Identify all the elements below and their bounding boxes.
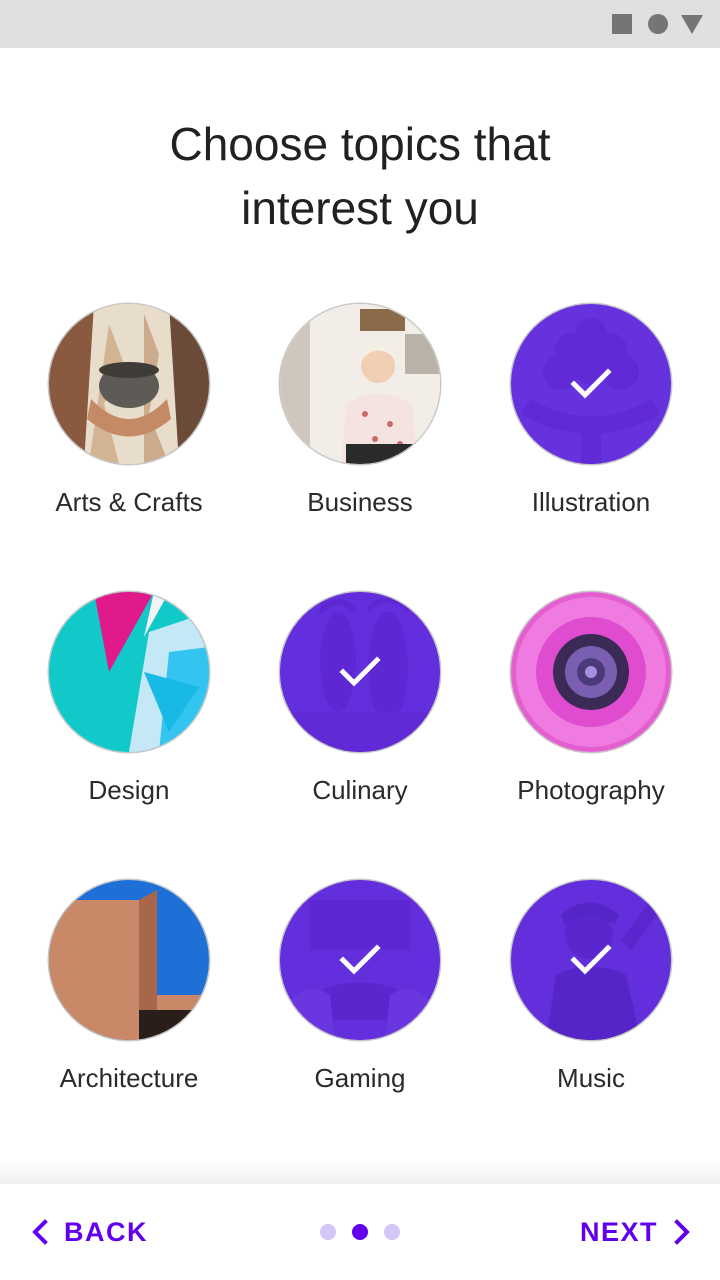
back-button[interactable]: BACK (30, 1214, 148, 1250)
topic-business[interactable]: Business (245, 304, 475, 518)
flower-photo (511, 592, 671, 752)
triangle-icon (681, 15, 703, 34)
page-title-line2: interest you (241, 182, 479, 234)
topic-label: Photography (517, 775, 665, 805)
topic-culinary[interactable]: Culinary (245, 592, 475, 806)
square-icon (612, 14, 632, 34)
topic-label: Gaming (314, 1063, 406, 1093)
check-icon (339, 656, 381, 687)
topic-label: Illustration (531, 487, 651, 517)
bottom-bar-shadow (0, 1160, 720, 1184)
chevron-right-icon (674, 1219, 690, 1245)
topic-design[interactable]: Design (14, 592, 244, 806)
status-bar (0, 0, 720, 48)
topic-label: Architecture (59, 1063, 199, 1093)
page-indicator (320, 1224, 400, 1240)
check-icon (570, 368, 612, 399)
topic-arts-crafts[interactable]: Arts & Crafts (14, 304, 244, 518)
topic-architecture[interactable]: Architecture (14, 880, 244, 1094)
design-shapes (49, 592, 209, 752)
pottery-photo (49, 304, 209, 464)
musician-photo (511, 880, 671, 1040)
page-dot (320, 1224, 336, 1240)
next-button-label: NEXT (579, 1216, 658, 1247)
topic-label: Arts & Crafts (55, 487, 203, 517)
page-title: Choose topics that interest you (0, 112, 720, 240)
business-woman-photo (280, 304, 440, 464)
circle-icon (648, 14, 668, 34)
building-photo (49, 880, 209, 1040)
gamepad-photo (280, 880, 440, 1040)
illustration-art (511, 304, 671, 464)
check-icon (339, 944, 381, 975)
back-button-label: BACK (64, 1216, 148, 1247)
topic-music[interactable]: Music (476, 880, 706, 1094)
next-button[interactable]: NEXT (580, 1214, 692, 1250)
topic-illustration[interactable]: Illustration (476, 304, 706, 518)
topic-label: Music (557, 1063, 625, 1093)
check-icon (570, 944, 612, 975)
topic-label: Culinary (312, 775, 408, 805)
bottom-navigation: BACK NEXT (0, 1184, 720, 1280)
page-title-line1: Choose topics that (169, 118, 551, 170)
chevron-left-icon (32, 1219, 48, 1245)
topic-label: Design (88, 775, 170, 805)
page-dot (384, 1224, 400, 1240)
topic-label: Business (307, 487, 413, 517)
topic-photography[interactable]: Photography (476, 592, 706, 806)
lobster-photo (280, 592, 440, 752)
topic-gaming[interactable]: Gaming (245, 880, 475, 1094)
page-dot-active (352, 1224, 368, 1240)
